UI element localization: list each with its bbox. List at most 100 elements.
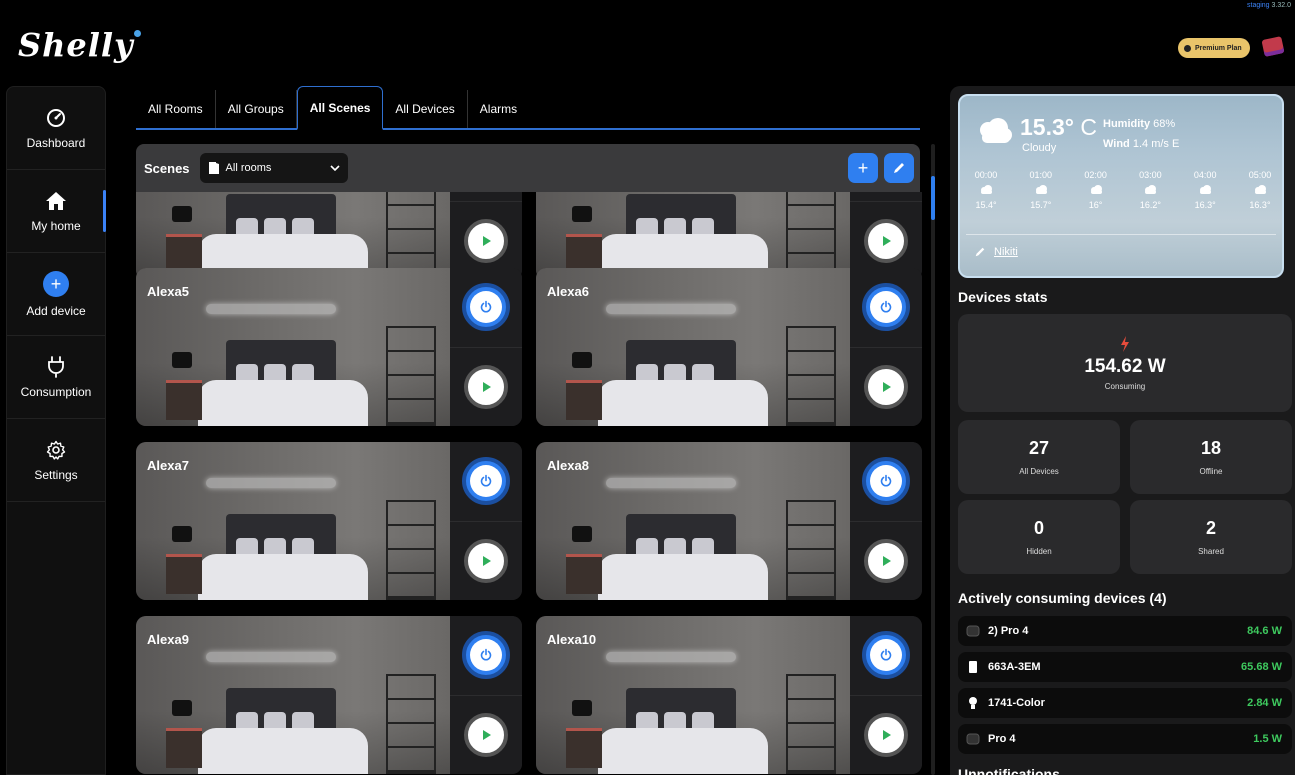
current-temperature: 15.3° C [1020, 114, 1097, 140]
scene-image [136, 192, 450, 280]
scene-grid: Alexa5 Alexa6 Alexa7 Alexa8 Alexa9 Alexa10 [136, 192, 926, 775]
tab-all-devices[interactable]: All Devices [383, 90, 468, 128]
tab-alarms[interactable]: Alarms [468, 90, 529, 128]
sidebar-item-label: Consumption [20, 384, 92, 399]
scene-card[interactable]: Alexa5 [136, 268, 522, 426]
scene-name: Alexa8 [547, 458, 589, 473]
sidebar-item-label: Dashboard [26, 135, 86, 150]
sidebar-item-dashboard[interactable]: Dashboard [7, 87, 105, 170]
power-icon [480, 474, 492, 487]
play-icon [483, 235, 491, 246]
bulb-icon [966, 696, 980, 710]
weather-location[interactable]: Nikiti [974, 246, 1018, 258]
scene-power-button[interactable] [862, 631, 910, 680]
scene-power-button[interactable] [462, 457, 510, 506]
tab-all-groups[interactable]: All Groups [216, 90, 297, 128]
scene-card[interactable] [536, 192, 922, 280]
forecast-hour: 01:00 15.7° [1029, 170, 1053, 210]
consuming-device-row[interactable]: 663A-3EM 65.68 W [958, 652, 1292, 682]
sidebar-item-label: Add device [26, 303, 86, 318]
sidebar: Dashboard My home + Add device Consumpti… [6, 86, 106, 775]
cloudy-icon [1145, 185, 1157, 194]
play-icon [883, 381, 891, 392]
lightning-icon [1121, 335, 1129, 352]
scene-power-button[interactable] [862, 457, 910, 506]
scene-run-button[interactable] [864, 538, 908, 583]
devices-stats-title: Devices stats [958, 289, 1048, 305]
relay-icon [966, 624, 980, 638]
consuming-device-row[interactable]: 2) Pro 4 84.6 W [958, 616, 1292, 646]
scene-actions [450, 268, 522, 426]
cloudy-icon [981, 185, 992, 194]
tab-all-scenes[interactable]: All Scenes [296, 86, 384, 130]
premium-icon [1184, 44, 1191, 52]
scene-run-button[interactable] [864, 218, 908, 263]
scene-card[interactable]: Alexa6 [536, 268, 922, 426]
shared-stat[interactable]: 2 Shared [1130, 500, 1292, 574]
scene-run-button[interactable] [464, 712, 508, 757]
all-devices-stat[interactable]: 27 All Devices [958, 420, 1120, 494]
scene-actions [450, 192, 522, 280]
power-icon [880, 474, 892, 487]
sidebar-item-my-home[interactable]: My home [7, 170, 106, 253]
consuming-stat[interactable]: 154.62 W Consuming [958, 314, 1292, 412]
gauge-icon [45, 107, 67, 129]
offline-stat[interactable]: 18 Offline [1130, 420, 1292, 494]
chevron-down-icon [329, 165, 340, 171]
scene-actions [850, 192, 922, 280]
hidden-stat[interactable]: 0 Hidden [958, 500, 1120, 574]
scene-scrollbar[interactable] [931, 144, 935, 775]
scene-run-button[interactable] [464, 218, 508, 263]
tab-all-rooms[interactable]: All Rooms [136, 90, 216, 128]
scene-power-button[interactable] [862, 283, 910, 332]
scene-run-button[interactable] [864, 712, 908, 757]
scene-power-button[interactable] [462, 283, 510, 332]
scene-run-button[interactable] [464, 538, 508, 583]
cloudy-icon [1254, 185, 1266, 194]
scenes-toolbar: Scenes All rooms + [136, 144, 920, 192]
home-icon [45, 190, 67, 212]
cloudy-icon [1090, 185, 1102, 194]
play-icon [883, 555, 891, 566]
sidebar-item-add-device[interactable]: + Add device [7, 253, 105, 336]
scene-card[interactable]: Alexa9 [136, 616, 522, 774]
room-filter-select[interactable]: All rooms [199, 153, 348, 183]
cloudy-icon [980, 118, 1012, 143]
scene-card[interactable]: Alexa7 [136, 442, 522, 600]
scene-card[interactable] [136, 192, 522, 280]
hourly-forecast: 00:00 15.4° 01:00 15.7° 02:00 16° 03:00 16.2° 04… [964, 170, 1282, 226]
sidebar-item-settings[interactable]: Settings [7, 419, 105, 502]
play-icon [483, 555, 491, 566]
consuming-device-row[interactable]: Pro 4 1.5 W [958, 724, 1292, 754]
plug-icon [45, 355, 67, 378]
gear-icon [45, 439, 67, 461]
weather-divider [966, 234, 1276, 235]
scenes-title: Scenes [144, 160, 190, 176]
power-icon [480, 648, 492, 661]
notifications-title: Unnotifications [958, 766, 1060, 775]
meter-icon [966, 660, 980, 674]
scene-card[interactable]: Alexa8 [536, 442, 922, 600]
forecast-hour: 00:00 15.4° [974, 170, 998, 210]
edit-scenes-button[interactable] [884, 153, 914, 183]
scene-card[interactable]: Alexa10 [536, 616, 922, 774]
pencil-icon [894, 163, 904, 173]
power-icon [880, 648, 892, 661]
scene-run-button[interactable] [864, 364, 908, 409]
scene-run-button[interactable] [464, 364, 508, 409]
wind-readout: Wind 1.4 m/s E [1103, 138, 1180, 150]
right-panel: 15.3° C Cloudy Humidity 68% Wind 1.4 m/s… [950, 86, 1295, 775]
sidebar-item-consumption[interactable]: Consumption [7, 336, 105, 419]
scene-image [536, 192, 850, 280]
premium-plan-badge[interactable]: Premium Plan [1178, 38, 1250, 58]
scene-name: Alexa7 [147, 458, 189, 473]
consuming-device-row[interactable]: 1741-Color 2.84 W [958, 688, 1292, 718]
scrollbar-thumb[interactable] [931, 176, 935, 220]
add-scene-button[interactable]: + [848, 153, 878, 183]
forecast-hour: 03:00 16.2° [1139, 170, 1162, 210]
scene-power-button[interactable] [462, 631, 510, 680]
shelly-logo[interactable]: Shelly [18, 26, 141, 64]
top-bar: Shelly staging 3.32.0 Premium Plan [0, 0, 1295, 84]
gift-icon[interactable] [1261, 36, 1285, 57]
scene-name: Alexa10 [547, 632, 597, 647]
